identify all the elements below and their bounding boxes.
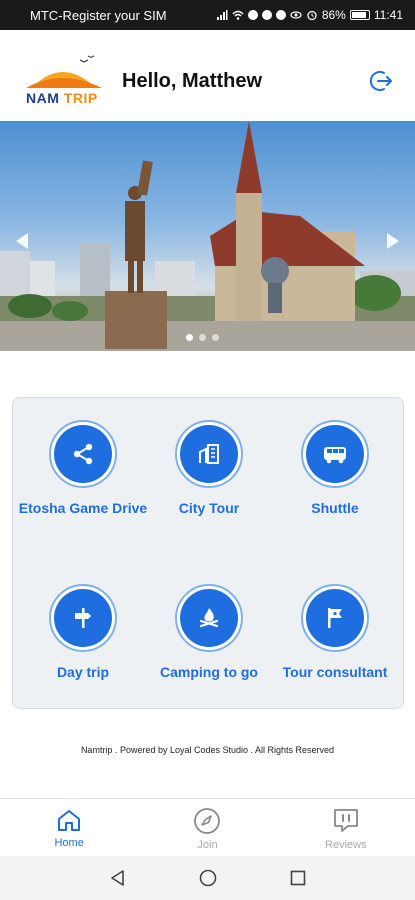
service-shuttle[interactable]: Shuttle <box>270 420 400 517</box>
carousel-prev-arrow[interactable] <box>16 233 28 249</box>
carrier-label: MTC-Register your SIM <box>30 7 167 23</box>
service-city-tour[interactable]: City Tour <box>144 420 274 517</box>
battery-percent: 86% <box>321 8 346 22</box>
flag-icon <box>328 608 342 628</box>
service-label: Day trip <box>56 664 110 680</box>
logout-icon[interactable] <box>367 68 393 94</box>
clock: 11:41 <box>373 8 403 22</box>
app-notification-icon <box>275 10 286 20</box>
service-tour-consultant[interactable]: Tour consultant <box>270 584 400 681</box>
bus-icon <box>324 447 346 464</box>
banner-image <box>0 121 415 351</box>
app-notification-icon <box>247 10 258 20</box>
service-etosha-game-drive[interactable]: Etosha Game Drive <box>18 420 148 517</box>
image-carousel[interactable] <box>0 121 415 351</box>
nav-home[interactable]: Home <box>0 799 138 856</box>
services-card: Etosha Game Drive City Tour Shuttle Day … <box>12 397 404 709</box>
greeting-text: Hello, Matthew <box>122 70 263 92</box>
compass-icon <box>194 808 221 834</box>
system-back-button[interactable] <box>103 863 133 893</box>
campfire-icon <box>199 608 219 628</box>
nav-label: Reviews <box>325 839 367 851</box>
logo-trip-text: TRIP <box>63 90 98 106</box>
recents-square-icon <box>290 870 305 886</box>
status-bar: MTC-Register your SIM 86% 11:41 <box>0 0 415 30</box>
alarm-icon <box>307 10 317 21</box>
carousel-dot[interactable] <box>186 334 193 341</box>
app-notification-icon <box>261 10 272 20</box>
signpost-icon <box>75 608 91 628</box>
status-icons: 86% 11:41 <box>216 8 403 22</box>
battery-icon <box>349 10 370 20</box>
eye-icon <box>290 11 302 19</box>
copyright-footer: Namtrip . Powered by Loyal Codes Studio … <box>80 745 335 755</box>
sunset-logo-icon <box>26 55 102 88</box>
app-header: NAM TRIP Hello, Matthew <box>0 30 415 120</box>
home-circle-icon <box>199 869 216 887</box>
carousel-next-arrow[interactable] <box>387 233 399 249</box>
service-label: Tour consultant <box>282 664 388 680</box>
service-label: Shuttle <box>311 500 359 516</box>
signal-icon <box>216 10 228 20</box>
nav-join[interactable]: Join <box>138 799 276 856</box>
buildings-icon <box>199 444 219 464</box>
service-camping-to-go[interactable]: Camping to go <box>144 584 274 681</box>
service-label: Etosha Game Drive <box>18 500 148 516</box>
service-label: City Tour <box>178 500 240 516</box>
nav-reviews[interactable]: Reviews <box>277 799 415 856</box>
carousel-indicator <box>186 334 219 341</box>
system-navigation-bar <box>0 856 415 900</box>
logo-nam-text: NAM <box>26 90 60 106</box>
logo-wordmark: NAM TRIP <box>26 90 98 106</box>
review-icon <box>333 809 358 832</box>
nav-label: Join <box>197 839 218 851</box>
wifi-icon <box>232 10 244 20</box>
share-nodes-icon <box>73 443 93 465</box>
carousel-dot[interactable] <box>199 334 206 341</box>
namtrip-logo: NAM TRIP <box>22 54 106 110</box>
system-home-button[interactable] <box>193 863 223 893</box>
home-icon <box>58 810 81 831</box>
service-label: Camping to go <box>160 664 258 680</box>
bottom-navigation: Home Join Reviews <box>0 798 415 856</box>
back-triangle-icon <box>110 870 124 886</box>
service-day-trip[interactable]: Day trip <box>18 584 148 681</box>
nav-label: Home <box>54 837 84 849</box>
system-recents-button[interactable] <box>283 863 313 893</box>
carousel-dot[interactable] <box>212 334 219 341</box>
